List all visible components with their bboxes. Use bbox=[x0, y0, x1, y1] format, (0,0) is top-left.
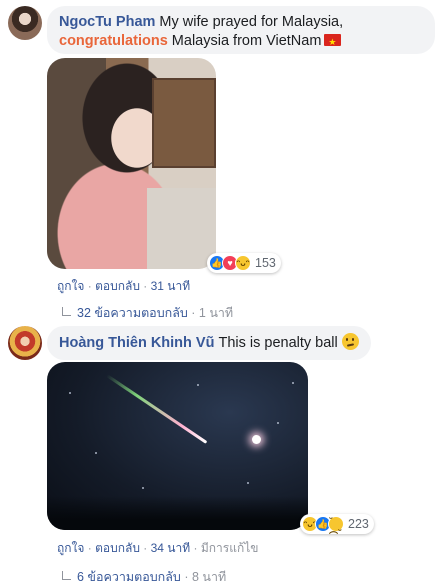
star bbox=[277, 422, 279, 424]
replies-time: 8 นาที bbox=[191, 570, 227, 584]
reaction-count: 153 bbox=[255, 256, 276, 270]
haha-icon: ᵔᴗᵔ bbox=[235, 255, 251, 271]
reaction-count: 223 bbox=[348, 517, 369, 531]
reactions-summary[interactable]: ᵔᴗᵔ 👍 ᵕ︵ᵕ 223 bbox=[300, 513, 374, 535]
comment-photo[interactable] bbox=[47, 58, 216, 269]
reply-arrow-icon bbox=[62, 571, 71, 580]
star bbox=[142, 487, 144, 489]
comment-photo[interactable] bbox=[47, 362, 308, 530]
replies-time: 1 นาที bbox=[198, 306, 234, 320]
reply-button[interactable]: ตอบกลับ bbox=[95, 541, 140, 555]
replies-label[interactable]: 6 ข้อความตอบกลับ bbox=[77, 570, 181, 584]
photo-desk bbox=[147, 188, 216, 269]
reactions-summary[interactable]: 👍 ♥ ᵔᴗᵔ 153 bbox=[207, 253, 281, 273]
reply-arrow-icon bbox=[62, 307, 71, 316]
avatar[interactable] bbox=[8, 6, 42, 40]
meteor-trail bbox=[106, 374, 208, 444]
comment-author[interactable]: NgocTu Pham bbox=[59, 14, 155, 30]
sad-icon: ᵕ︵ᵕ bbox=[328, 513, 344, 535]
like-button[interactable]: ถูกใจ bbox=[57, 541, 84, 555]
avatar[interactable] bbox=[8, 326, 42, 360]
tree-silhouette bbox=[47, 496, 308, 530]
star bbox=[197, 384, 199, 386]
star bbox=[247, 482, 249, 484]
comment-highlight: congratulations bbox=[59, 33, 168, 49]
comment-actions: ถูกใจ · ตอบกลับ · 31 นาที bbox=[57, 279, 191, 293]
star bbox=[69, 392, 71, 394]
vietnam-flag-icon bbox=[324, 33, 342, 52]
replies-label[interactable]: 32 ข้อความตอบกลับ bbox=[77, 306, 188, 320]
comment-bubble: NgocTu Pham My wife prayed for Malaysia, … bbox=[47, 6, 435, 54]
comment-actions: ถูกใจ · ตอบกลับ · 34 นาที · มีการแก้ไข bbox=[57, 541, 259, 555]
reply-button[interactable]: ตอบกลับ bbox=[95, 279, 140, 293]
meteor-head bbox=[252, 435, 261, 444]
comment-author[interactable]: Hoàng Thiên Khinh Vũ bbox=[59, 335, 214, 351]
comment-text: My wife prayed for Malaysia, bbox=[159, 14, 344, 30]
comment-time[interactable]: 34 นาที bbox=[151, 541, 191, 555]
view-replies-link[interactable]: 6 ข้อความตอบกลับ · 8 นาที bbox=[62, 567, 226, 585]
comment-text: This is penalty ball bbox=[218, 335, 338, 351]
star bbox=[95, 452, 97, 454]
comment-time[interactable]: 31 นาที bbox=[151, 279, 191, 293]
star bbox=[292, 382, 294, 384]
confused-face-icon bbox=[341, 333, 359, 350]
comment-bubble: Hoàng Thiên Khinh Vũ This is penalty ball bbox=[47, 326, 371, 360]
view-replies-link[interactable]: 32 ข้อความตอบกลับ · 1 นาที bbox=[62, 303, 233, 323]
edited-label[interactable]: มีการแก้ไข bbox=[201, 541, 259, 555]
like-button[interactable]: ถูกใจ bbox=[57, 279, 84, 293]
photo-drawer bbox=[152, 78, 216, 168]
comment-text: Malaysia from VietNam bbox=[171, 33, 322, 49]
